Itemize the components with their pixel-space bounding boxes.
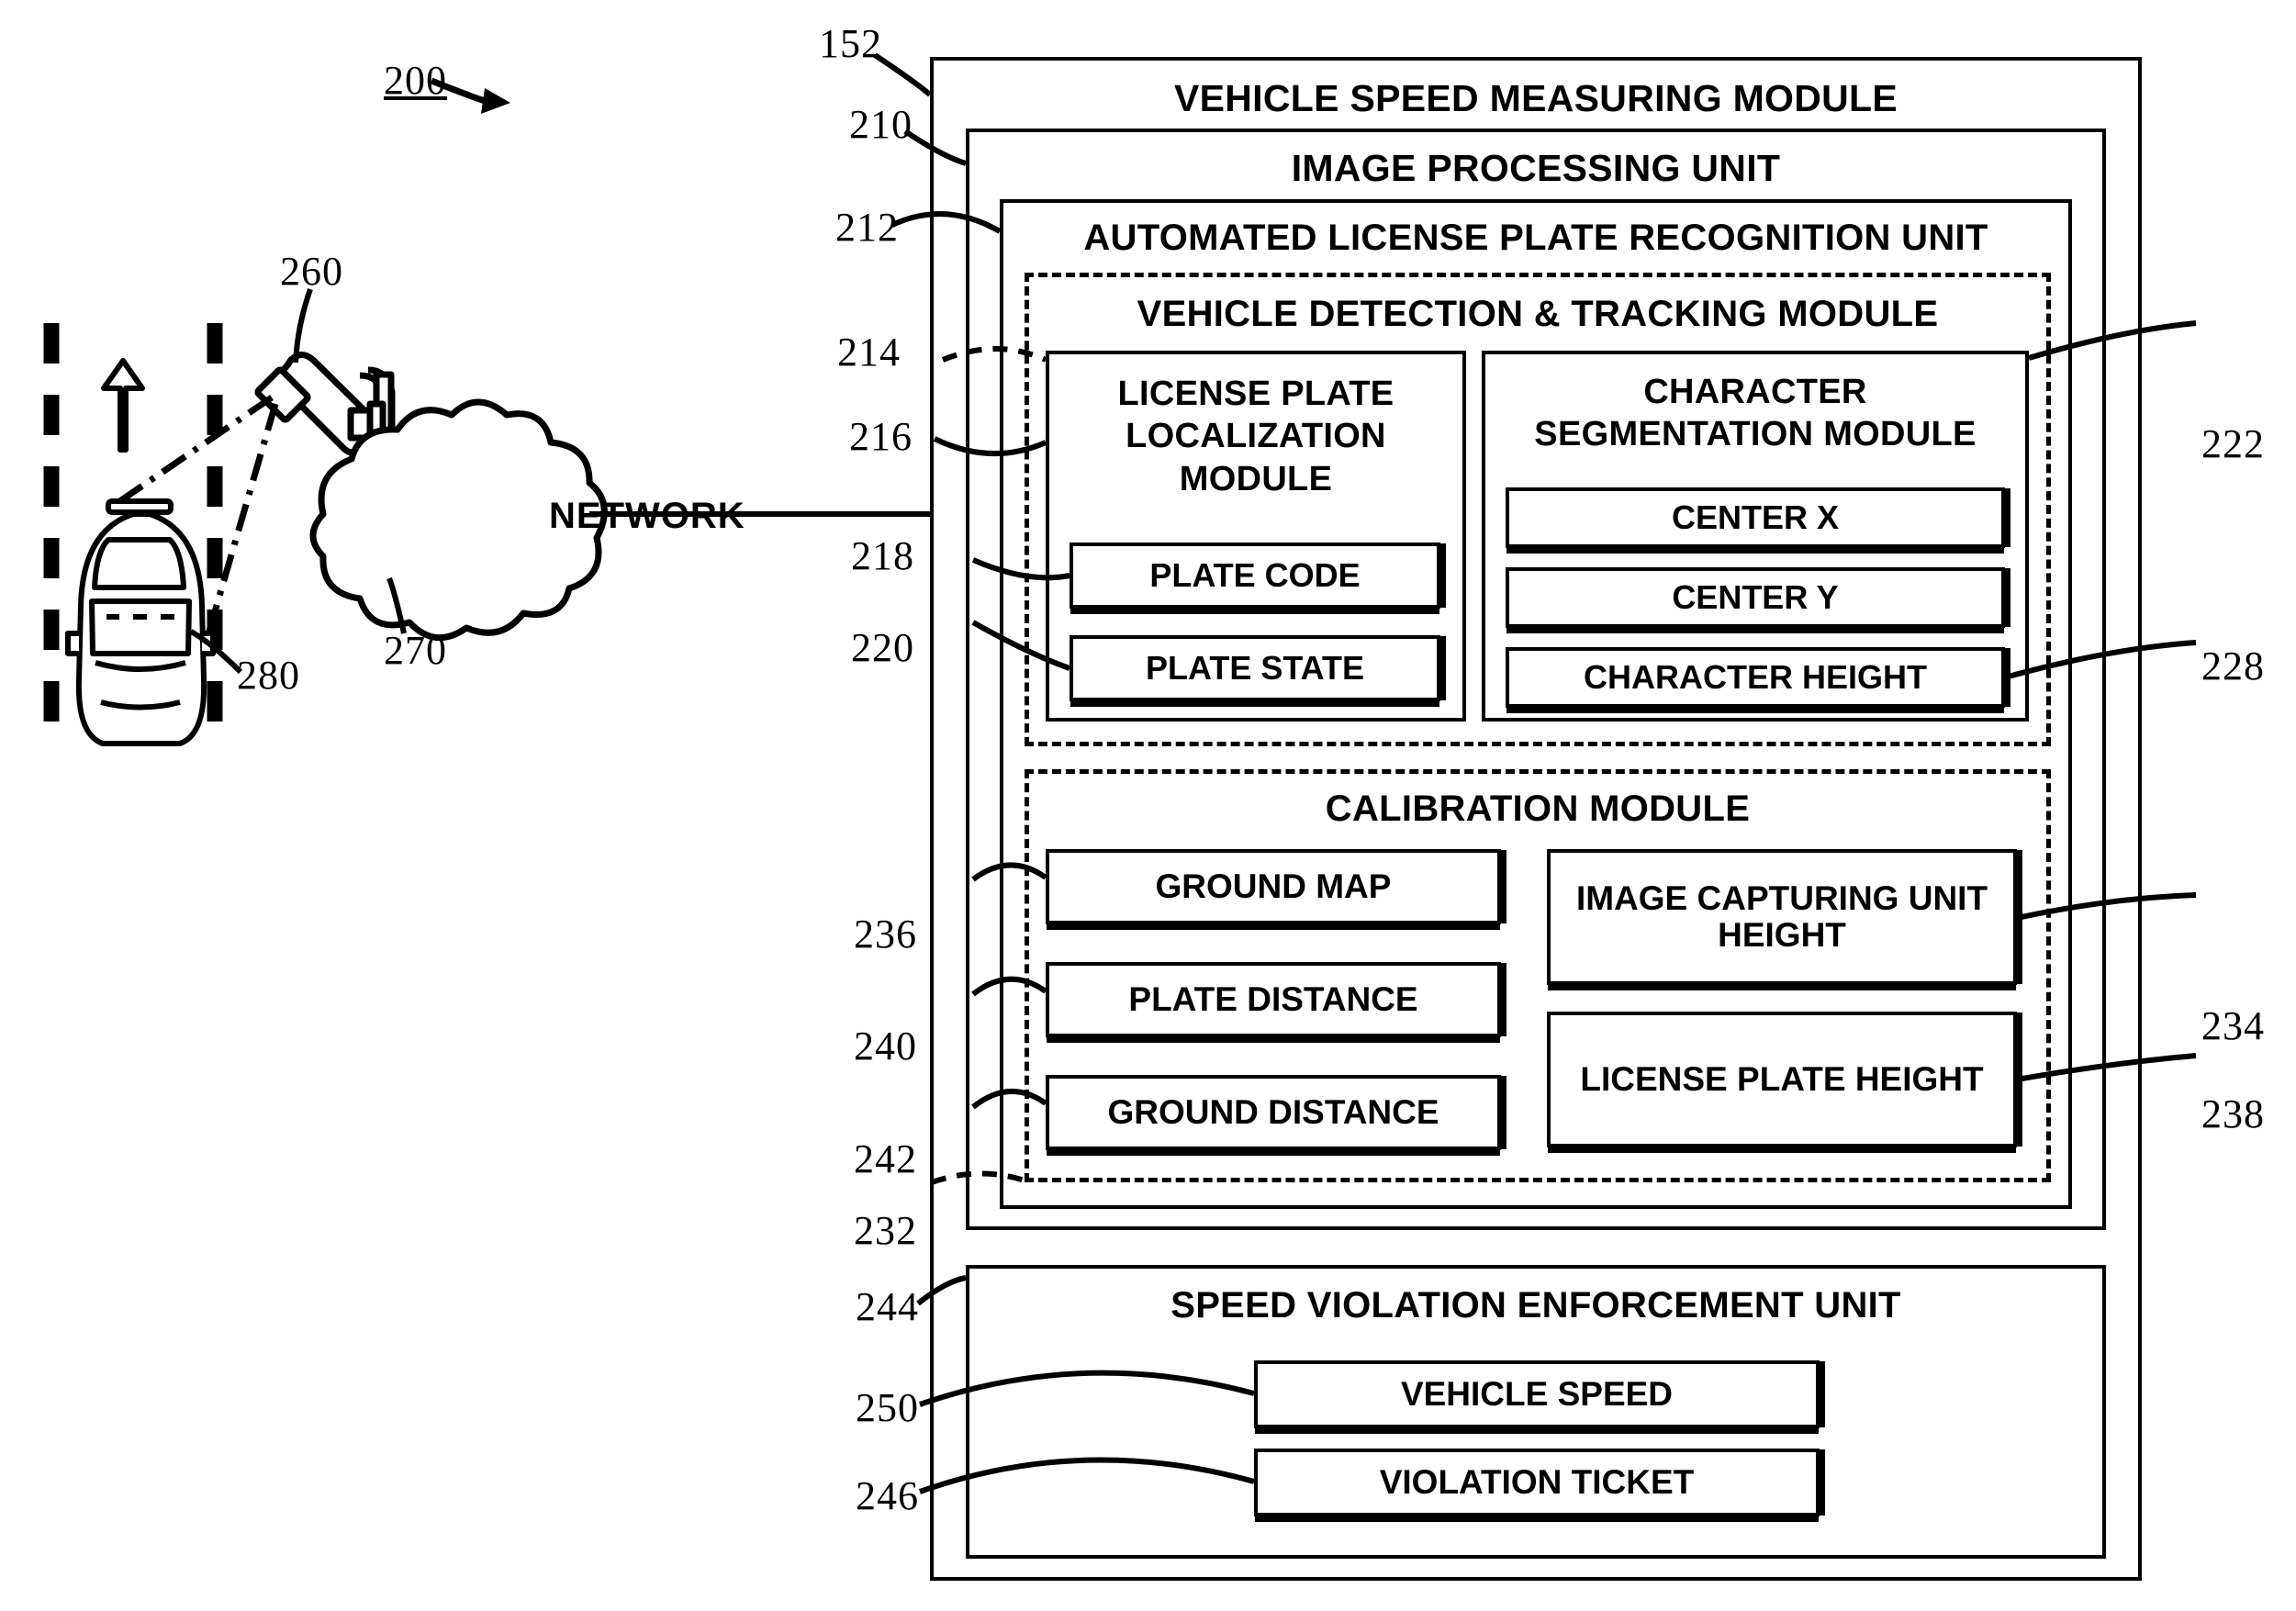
ref-238: 238 [2201, 1091, 2265, 1136]
speed-violation-enforcement-unit-title: SPEED VIOLATION ENFORCEMENT UNIT [1170, 1285, 1901, 1326]
leader-280 [189, 629, 243, 675]
leader-270 [386, 576, 407, 634]
plate-state-box[interactable]: PLATE STATE [1070, 635, 1440, 701]
direction-arrow-icon [101, 358, 145, 453]
license-plate-height-box[interactable]: LICENSE PLATE HEIGHT [1547, 1012, 2017, 1147]
surveillance-camera-icon [254, 352, 381, 456]
character-segmentation-module-title: CHARACTER SEGMENTATION MODULE [1534, 373, 1977, 454]
image-capturing-unit-height-box[interactable]: IMAGE CAPTURING UNIT HEIGHT [1547, 849, 2017, 985]
ref-222: 222 [2201, 421, 2265, 466]
car-top-view-icon [65, 498, 216, 746]
ref-280: 280 [237, 653, 300, 698]
ref-210: 210 [849, 102, 913, 147]
ref-214: 214 [837, 330, 901, 375]
ref-240: 240 [854, 1024, 917, 1068]
ref-216: 216 [849, 414, 913, 459]
center-x-box[interactable]: CENTER X [1506, 487, 2005, 548]
ref-figure-200: 200 [384, 58, 447, 103]
vehicle-speed-measuring-module-title: VEHICLE SPEED MEASURING MODULE [1173, 77, 1898, 119]
ground-map-box[interactable]: GROUND MAP [1046, 849, 1501, 924]
leader-260 [293, 288, 313, 364]
ref-152: 152 [819, 21, 882, 66]
ref-260: 260 [280, 249, 343, 294]
vehicle-detection-tracking-module-title: VEHICLE DETECTION & TRACKING MODULE [1137, 294, 1939, 334]
ref-232: 232 [854, 1208, 917, 1253]
ref-244: 244 [856, 1284, 919, 1329]
alpr-unit-title: AUTOMATED LICENSE PLATE RECOGNITION UNIT [1083, 218, 1988, 258]
image-processing-unit-title: IMAGE PROCESSING UNIT [1291, 147, 1781, 189]
ref-270: 270 [384, 628, 447, 673]
ref-220: 220 [851, 625, 914, 670]
ref-246: 246 [856, 1473, 919, 1518]
center-y-box[interactable]: CENTER Y [1506, 567, 2005, 628]
ref-242: 242 [854, 1136, 917, 1181]
lane-marking-dashed [43, 323, 223, 745]
figure-arrowhead [481, 88, 510, 114]
violation-ticket-box[interactable]: VIOLATION TICKET [1254, 1449, 1820, 1516]
calibration-module-title: CALIBRATION MODULE [1325, 789, 1751, 829]
ref-212: 212 [835, 205, 899, 250]
plate-distance-box[interactable]: PLATE DISTANCE [1046, 962, 1501, 1037]
plate-code-box[interactable]: PLATE CODE [1070, 543, 1440, 609]
camera-mount-icon [347, 366, 396, 488]
ref-228: 228 [2201, 643, 2265, 688]
license-plate-localization-module-title: LICENSE PLATE LOCALIZATION MODULE [1117, 375, 1394, 498]
vehicle-speed-box[interactable]: VEHICLE SPEED [1254, 1360, 1820, 1428]
ground-distance-box[interactable]: GROUND DISTANCE [1046, 1075, 1501, 1150]
ref-218: 218 [851, 533, 914, 578]
ref-234: 234 [2201, 1003, 2265, 1048]
ref-250: 250 [856, 1385, 919, 1430]
network-cloud-label: NETWORK [549, 496, 745, 536]
character-height-box[interactable]: CHARACTER HEIGHT [1506, 647, 2005, 708]
ref-236: 236 [854, 912, 917, 957]
